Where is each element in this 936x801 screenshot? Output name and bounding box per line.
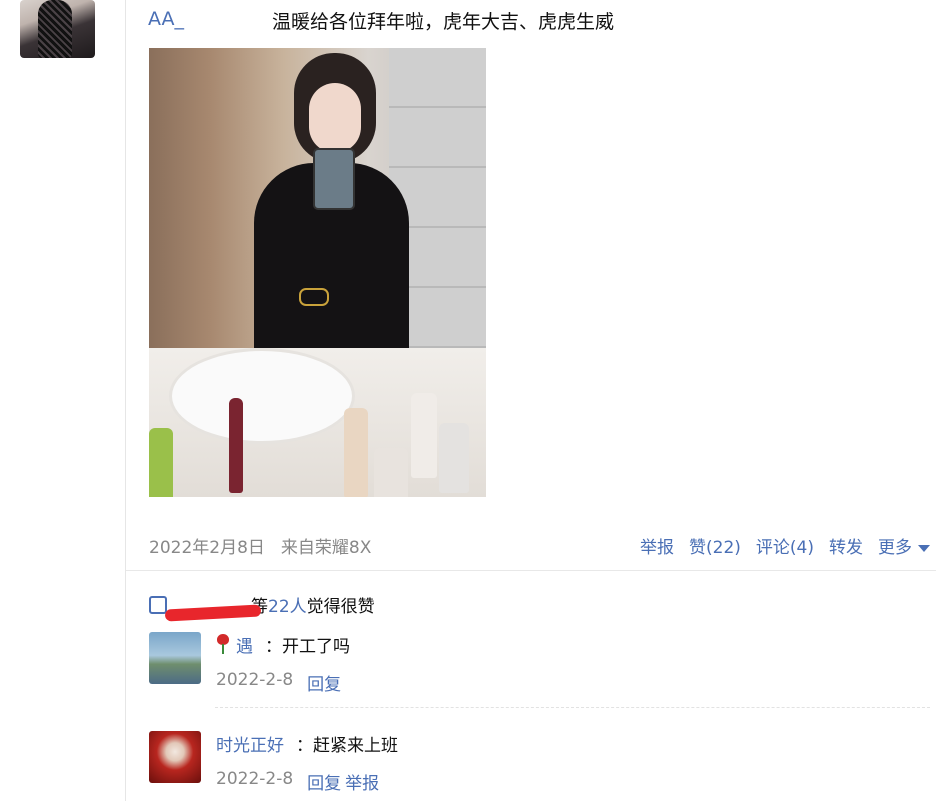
commenter-name[interactable]: 时光正好 — [216, 731, 284, 756]
thumb-up-icon — [149, 595, 167, 614]
dropdown-triangle-icon[interactable] — [918, 544, 930, 552]
post-text: 温暖给各位拜年啦，虎年大吉、虎虎生威 — [272, 10, 615, 33]
commenter-avatar[interactable] — [149, 632, 201, 684]
comment-link[interactable]: 评论(4) — [756, 533, 814, 558]
reply-link[interactable]: 回复 — [307, 670, 341, 695]
comment-date: 2022-2-8 — [216, 769, 294, 789]
comment-date: 2022-2-8 — [216, 670, 294, 690]
post-meta: 2022年2月8日 来自荣耀8X — [149, 533, 371, 558]
comment-text: ：开工了吗 — [265, 636, 350, 657]
comment-text: ：赶紧来上班 — [296, 735, 398, 756]
more-menu[interactable]: 更多 — [878, 533, 930, 558]
post-author-link[interactable]: AA_ — [148, 8, 268, 32]
report-link[interactable]: 举报 — [640, 533, 674, 558]
section-divider — [126, 570, 936, 571]
post-author-name[interactable]: AA_ — [148, 8, 184, 30]
commenter-name[interactable]: 遇 — [236, 632, 253, 657]
forward-link[interactable]: 转发 — [829, 533, 863, 558]
post-date: 2022年2月8日 — [149, 538, 265, 558]
post-actions: 举报 赞(22) 评论(4) 转发 更多 — [640, 533, 930, 558]
post-source: 来自荣耀8X — [280, 538, 372, 558]
post-photo[interactable] — [149, 48, 486, 497]
comment-divider — [215, 707, 930, 708]
rose-icon — [216, 634, 230, 654]
reply-link[interactable]: 回复 — [307, 769, 341, 794]
post-header: AA_ 温暖给各位拜年啦，虎年大吉、虎虎生威 — [148, 6, 614, 34]
likes-suffix: 觉得很赞 — [306, 597, 375, 617]
report-link[interactable]: 举报 — [345, 769, 379, 794]
poster-avatar[interactable] — [20, 0, 95, 58]
like-link[interactable]: 赞(22) — [689, 533, 741, 558]
commenter-avatar[interactable] — [149, 731, 201, 783]
left-column — [0, 0, 126, 801]
likes-summary: 等 22人 觉得很赞 — [149, 592, 375, 622]
redaction-scribble — [164, 603, 262, 622]
likes-count-link[interactable]: 22人 — [268, 592, 307, 617]
more-label[interactable]: 更多 — [878, 538, 912, 558]
